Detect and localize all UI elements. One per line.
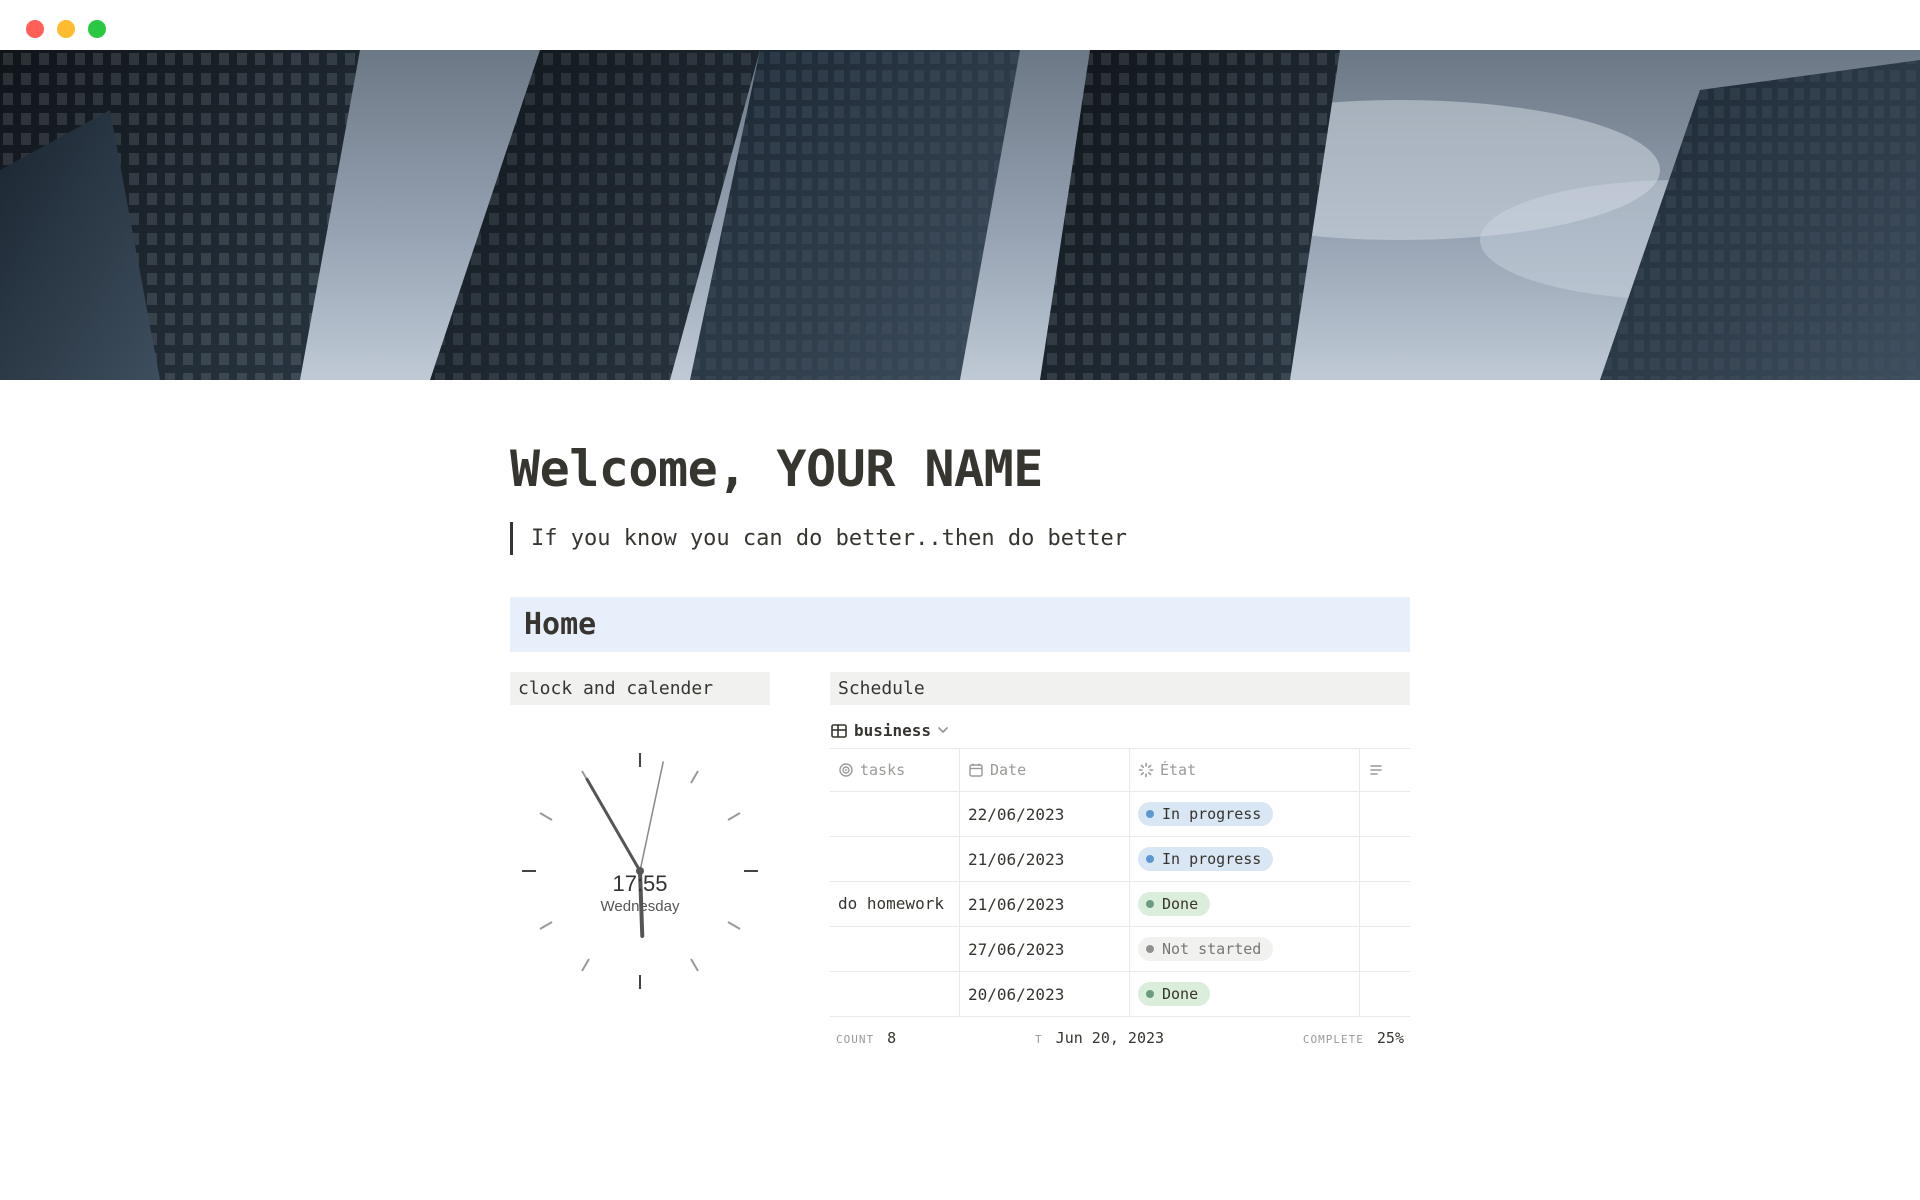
col-date[interactable]: Date bbox=[960, 749, 1130, 791]
status-cell[interactable]: Done bbox=[1130, 972, 1360, 1016]
section-home: Home bbox=[510, 597, 1410, 652]
chevron-down-icon bbox=[937, 721, 949, 740]
task-cell[interactable]: do homework bbox=[830, 882, 960, 926]
date-cell[interactable]: 21/06/2023 bbox=[960, 882, 1130, 926]
col-etat[interactable]: État bbox=[1130, 749, 1360, 791]
complete-value: 25% bbox=[1377, 1029, 1404, 1047]
status-pill: In progress bbox=[1138, 802, 1273, 826]
clock-day-text: Wednesday bbox=[601, 898, 680, 915]
status-cell[interactable]: Done bbox=[1130, 882, 1360, 926]
task-cell[interactable] bbox=[830, 927, 960, 971]
task-cell[interactable] bbox=[830, 972, 960, 1016]
date-cell[interactable]: 20/06/2023 bbox=[960, 972, 1130, 1016]
extra-cell[interactable] bbox=[1360, 837, 1400, 881]
status-cell[interactable]: Not started bbox=[1130, 927, 1360, 971]
maximize-window-button[interactable] bbox=[88, 20, 106, 38]
status-pill: In progress bbox=[1138, 847, 1273, 871]
status-pill: Done bbox=[1138, 892, 1210, 916]
extra-cell[interactable] bbox=[1360, 927, 1400, 971]
clock-time-text: 17:55 bbox=[612, 871, 667, 896]
date-cell[interactable]: 21/06/2023 bbox=[960, 837, 1130, 881]
schedule-table: tasks Date État bbox=[830, 748, 1410, 1017]
minimize-window-button[interactable] bbox=[57, 20, 75, 38]
window-traffic-lights bbox=[0, 0, 1920, 38]
extra-cell[interactable] bbox=[1360, 792, 1400, 836]
task-cell[interactable] bbox=[830, 792, 960, 836]
page-title: Welcome, YOUR NAME bbox=[510, 440, 1410, 498]
target-icon bbox=[838, 762, 854, 778]
status-pill: Done bbox=[1138, 982, 1210, 1006]
schedule-section-label: Schedule bbox=[830, 672, 1410, 705]
cover-image bbox=[0, 50, 1920, 380]
extra-cell[interactable] bbox=[1360, 882, 1400, 926]
status-cell[interactable]: In progress bbox=[1130, 837, 1360, 881]
extra-cell[interactable] bbox=[1360, 972, 1400, 1016]
table-footer-stats: COUNT 8 T Jun 20, 2023 COMPLETE 25% bbox=[830, 1017, 1410, 1047]
table-row[interactable]: do homework21/06/2023 Done bbox=[830, 882, 1410, 927]
table-row[interactable]: 21/06/2023 In progress bbox=[830, 837, 1410, 882]
clock-section-label: clock and calender bbox=[510, 672, 770, 705]
task-cell[interactable] bbox=[830, 837, 960, 881]
col-extra[interactable] bbox=[1360, 749, 1400, 791]
date-cell[interactable]: 22/06/2023 bbox=[960, 792, 1130, 836]
table-header-row: tasks Date État bbox=[830, 749, 1410, 792]
database-view-switcher[interactable]: business bbox=[830, 717, 1410, 744]
status-spinner-icon bbox=[1138, 762, 1154, 778]
calendar-icon bbox=[968, 762, 984, 778]
quote-block: If you know you can do better..then do b… bbox=[510, 522, 1410, 555]
view-name: business bbox=[854, 721, 931, 740]
date-cell[interactable]: 27/06/2023 bbox=[960, 927, 1130, 971]
text-lines-icon bbox=[1368, 762, 1384, 778]
table-row[interactable]: 20/06/2023 Done bbox=[830, 972, 1410, 1017]
status-pill: Not started bbox=[1138, 937, 1273, 961]
date-prefix: T bbox=[1035, 1033, 1043, 1046]
status-cell[interactable]: In progress bbox=[1130, 792, 1360, 836]
col-tasks[interactable]: tasks bbox=[830, 749, 960, 791]
home-heading: Home bbox=[524, 607, 1396, 642]
footer-date: Jun 20, 2023 bbox=[1056, 1029, 1164, 1047]
count-value: 8 bbox=[887, 1029, 896, 1047]
count-label: COUNT bbox=[836, 1033, 874, 1046]
analog-clock-widget: 17:55 Wednesday bbox=[510, 741, 770, 1001]
table-row[interactable]: 27/06/2023 Not started bbox=[830, 927, 1410, 972]
close-window-button[interactable] bbox=[26, 20, 44, 38]
complete-label: COMPLETE bbox=[1303, 1033, 1364, 1046]
table-row[interactable]: 22/06/2023 In progress bbox=[830, 792, 1410, 837]
table-view-icon bbox=[830, 722, 848, 740]
